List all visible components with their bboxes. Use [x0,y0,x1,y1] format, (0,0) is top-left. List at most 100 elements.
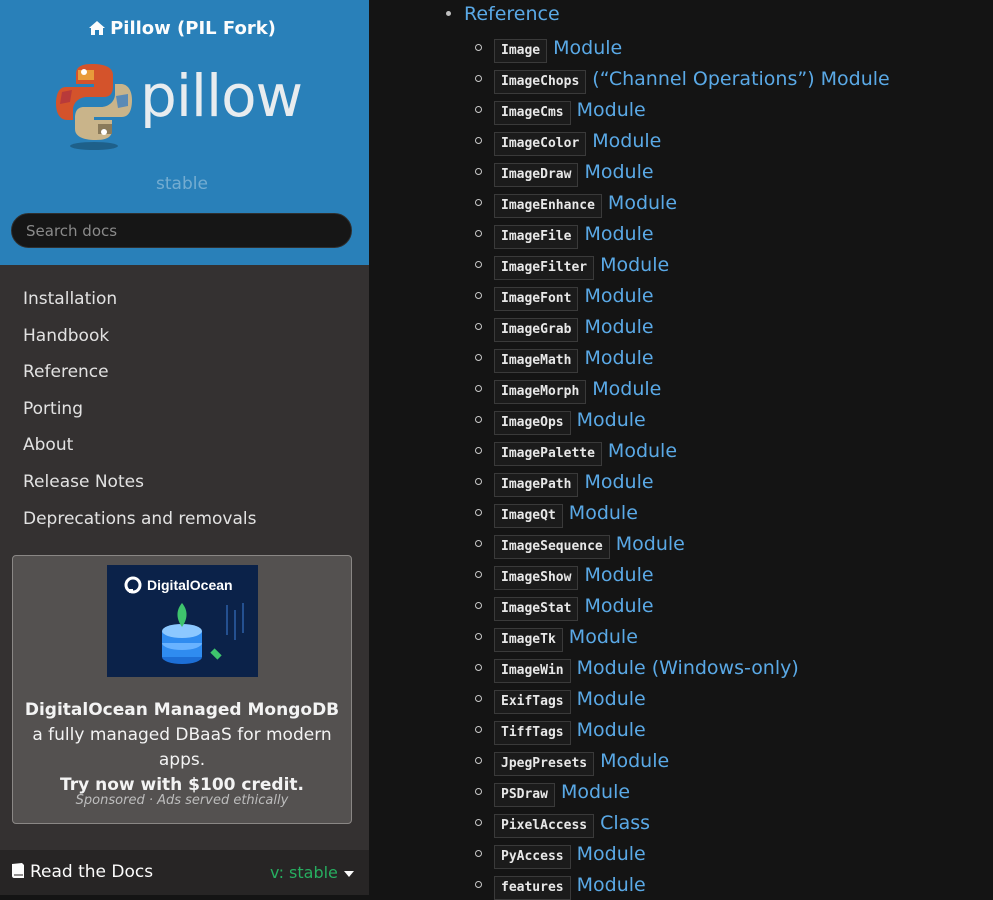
module-link-text[interactable]: Module [577,874,646,896]
module-code-name[interactable]: ImageTk [494,628,563,652]
module-code-name[interactable]: JpegPresets [494,752,595,776]
module-link-text[interactable]: Module [577,99,646,121]
rtd-version-selector[interactable]: v: stable [270,863,355,882]
module-link-text[interactable]: Module [584,471,653,493]
module-code-name[interactable]: ImageMorph [494,380,587,404]
module-link-text[interactable]: Module (Windows-only) [577,657,799,679]
module-link[interactable]: PSDraw Module [494,777,630,807]
nav-item-handbook[interactable]: Handbook [0,320,369,357]
module-code-name[interactable]: ImageDraw [494,163,579,187]
module-code-name[interactable]: ImageColor [494,132,587,156]
sponsor-ad[interactable]: DigitalOcean DigitalOcean Managed MongoD… [12,555,352,824]
module-link-text[interactable]: Module [608,440,677,462]
module-link-text[interactable]: Module [577,719,646,741]
module-link-text[interactable]: (“Channel Operations”) Module [592,68,889,90]
module-code-name[interactable]: ImagePalette [494,442,602,466]
module-link[interactable]: ImageSequence Module [494,529,685,559]
module-code-name[interactable]: ImageFile [494,225,579,249]
module-code-name[interactable]: PixelAccess [494,814,595,838]
module-link[interactable]: features Module [494,870,646,900]
module-link-text[interactable]: Module [600,750,669,772]
search-input[interactable] [12,214,351,247]
module-link[interactable]: ImagePath Module [494,467,654,497]
pillow-logo[interactable]: pillow [54,60,314,152]
module-link-text[interactable]: Module [600,254,669,276]
module-link[interactable]: Image Module [494,33,622,63]
module-link-text[interactable]: Module [584,223,653,245]
nav-item-release-notes[interactable]: Release Notes [0,466,369,503]
module-code-name[interactable]: features [494,876,571,900]
module-link[interactable]: ImageShow Module [494,560,654,590]
module-link[interactable]: ImageOps Module [494,405,646,435]
module-link-text[interactable]: Module [584,161,653,183]
module-link-text[interactable]: Module [592,378,661,400]
module-link[interactable]: ImageFilter Module [494,250,669,280]
module-code-name[interactable]: TiffTags [494,721,571,745]
module-link-text[interactable]: Module [553,37,622,59]
module-link-text[interactable]: Module [569,502,638,524]
module-code-name[interactable]: ImageShow [494,566,579,590]
module-link[interactable]: ImageFont Module [494,281,654,311]
module-link[interactable]: ImageFile Module [494,219,654,249]
module-code-name[interactable]: ImageMath [494,349,579,373]
module-link[interactable]: ImageMorph Module [494,374,661,404]
ad-image[interactable]: DigitalOcean [107,565,258,677]
module-link-text[interactable]: Module [584,595,653,617]
module-code-name[interactable]: ImageGrab [494,318,579,342]
module-link[interactable]: ImageMath Module [494,343,654,373]
module-code-name[interactable]: PSDraw [494,783,555,807]
module-code-name[interactable]: ImageEnhance [494,194,602,218]
module-code-name[interactable]: PyAccess [494,845,571,869]
module-code-name[interactable]: ImageStat [494,597,579,621]
module-link[interactable]: ImageStat Module [494,591,654,621]
module-link-text[interactable]: Class [600,812,650,834]
module-link-text[interactable]: Module [584,285,653,307]
home-link[interactable]: Pillow (PIL Fork) [0,18,364,39]
module-code-name[interactable]: Image [494,39,548,63]
module-code-name[interactable]: ImageChops [494,70,587,94]
module-code-name[interactable]: ImageFont [494,287,579,311]
module-link[interactable]: ImageCms Module [494,95,646,125]
module-code-name[interactable]: ImageCms [494,101,571,125]
module-code-name[interactable]: ImageOps [494,411,571,435]
module-code-name[interactable]: ImagePath [494,473,579,497]
module-link[interactable]: JpegPresets Module [494,746,669,776]
module-link[interactable]: ImageGrab Module [494,312,654,342]
module-link[interactable]: ImageDraw Module [494,157,654,187]
module-link[interactable]: ImagePalette Module [494,436,677,466]
reference-link[interactable]: Reference [464,3,560,25]
module-code-name[interactable]: ImageFilter [494,256,595,280]
nav-item-installation[interactable]: Installation [0,283,369,320]
module-link[interactable]: ImageWin Module (Windows-only) [494,653,799,683]
module-link-text[interactable]: Module [577,843,646,865]
nav-item-porting[interactable]: Porting [0,393,369,430]
module-link-text[interactable]: Module [569,626,638,648]
module-link[interactable]: PyAccess Module [494,839,646,869]
module-code-name[interactable]: ImageQt [494,504,563,528]
module-link[interactable]: PixelAccess Class [494,808,650,838]
module-link[interactable]: ImageEnhance Module [494,188,677,218]
ad-text[interactable]: DigitalOcean Managed MongoDB a fully man… [21,698,343,798]
module-link-text[interactable]: Module [577,688,646,710]
module-link[interactable]: ExifTags Module [494,684,646,714]
module-link[interactable]: ImageQt Module [494,498,638,528]
module-link[interactable]: ImageColor Module [494,126,661,156]
ad-sponsor-note[interactable]: Sponsored · Ads served ethically [13,793,351,808]
nav-item-about[interactable]: About [0,429,369,466]
module-link-text[interactable]: Module [592,130,661,152]
module-code-name[interactable]: ImageWin [494,659,571,683]
module-link-text[interactable]: Module [584,564,653,586]
rtd-version-bar[interactable]: Read the Docs v: stable [0,850,369,895]
module-link-text[interactable]: Module [577,409,646,431]
module-link[interactable]: TiffTags Module [494,715,646,745]
module-link-text[interactable]: Module [561,781,630,803]
module-code-name[interactable]: ImageSequence [494,535,610,559]
module-link[interactable]: ImageChops (“Channel Operations”) Module [494,64,890,94]
module-link-text[interactable]: Module [584,316,653,338]
module-link-text[interactable]: Module [616,533,685,555]
nav-item-deprecations[interactable]: Deprecations and removals [0,503,369,540]
nav-item-reference[interactable]: Reference [0,356,369,393]
module-link-text[interactable]: Module [584,347,653,369]
module-link[interactable]: ImageTk Module [494,622,638,652]
module-code-name[interactable]: ExifTags [494,690,571,714]
